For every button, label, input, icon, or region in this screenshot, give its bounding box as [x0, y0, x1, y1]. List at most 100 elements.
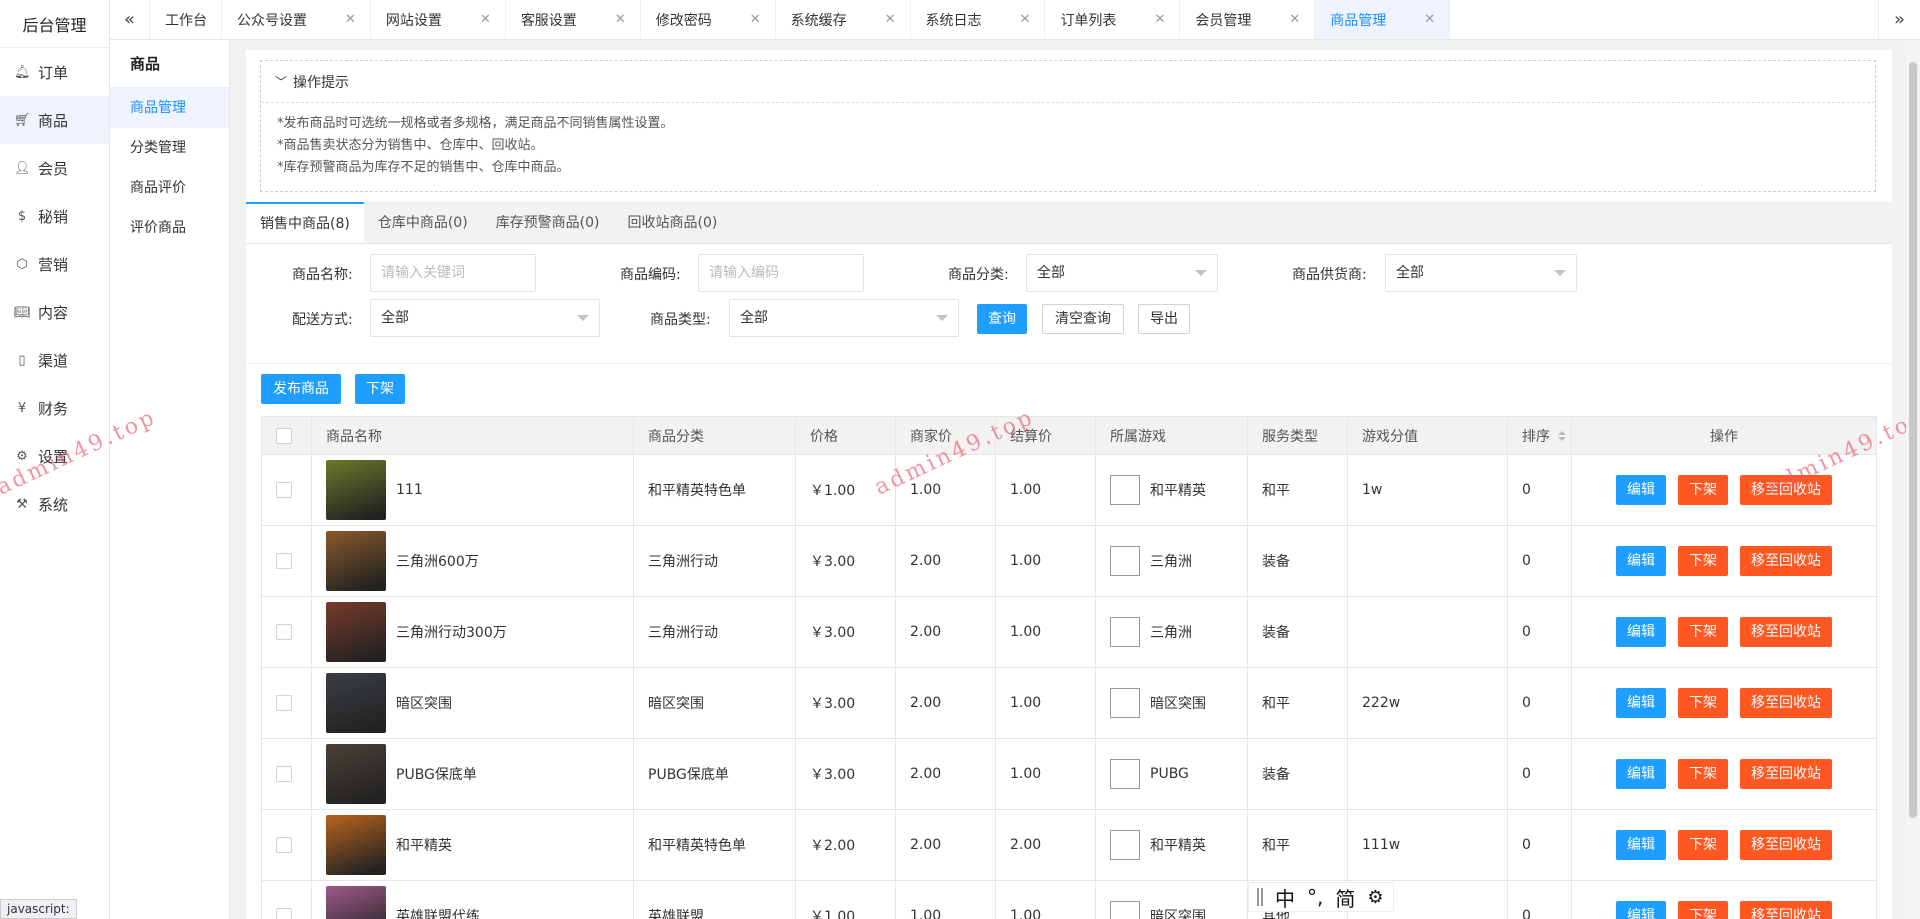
- nav-item-dollar[interactable]: $ 秘销: [0, 192, 109, 240]
- nav-item-label: 营销: [38, 255, 69, 274]
- top-tab[interactable]: 客服设置 ✕: [506, 0, 641, 39]
- nav-item-tools[interactable]: ⚒ 系统: [0, 480, 109, 528]
- edit-button[interactable]: 编辑: [1616, 830, 1666, 860]
- ime-lang[interactable]: 中: [1275, 883, 1295, 912]
- top-tab[interactable]: 订单列表 ✕: [1045, 0, 1181, 39]
- close-icon[interactable]: ✕: [480, 12, 491, 27]
- ime-punct[interactable]: °,: [1307, 885, 1323, 909]
- status-tab[interactable]: 回收站商品(0): [614, 202, 732, 243]
- offshelf-button[interactable]: 下架: [1678, 759, 1728, 789]
- close-icon[interactable]: ✕: [1020, 12, 1031, 27]
- cell-service-value: 和平: [1262, 838, 1290, 854]
- top-tab[interactable]: 会员管理 ✕: [1180, 0, 1316, 39]
- nav-item-cart[interactable]: 🛒︎ 商品: [0, 96, 109, 144]
- sub-nav-item[interactable]: 分类管理: [110, 128, 229, 168]
- offshelf-button[interactable]: 下架: [1678, 688, 1728, 718]
- tabs-scroll-left-icon[interactable]: «: [110, 0, 150, 39]
- move-to-recycle-button[interactable]: 移至回收站: [1740, 617, 1832, 647]
- clear-query-button[interactable]: 清空查询: [1042, 304, 1124, 334]
- top-tab[interactable]: 修改密码 ✕: [641, 0, 776, 39]
- publish-product-button[interactable]: 发布商品: [261, 374, 341, 404]
- name-search-input[interactable]: [370, 254, 536, 292]
- sub-nav-item[interactable]: 商品评价: [110, 168, 229, 208]
- export-button[interactable]: 导出: [1138, 304, 1190, 334]
- category-select[interactable]: 全部: [1026, 254, 1218, 292]
- top-tab[interactable]: 网站设置 ✕: [371, 0, 506, 39]
- offshelf-button[interactable]: 下架: [1678, 830, 1728, 860]
- row-checkbox[interactable]: [276, 624, 292, 640]
- nav-item-cube[interactable]: ⬡ 营销: [0, 240, 109, 288]
- move-to-recycle-button[interactable]: 移至回收站: [1740, 830, 1832, 860]
- sub-nav-item[interactable]: 评价商品: [110, 208, 229, 248]
- tabs-scroll-right-icon[interactable]: »: [1878, 0, 1920, 39]
- close-icon[interactable]: ✕: [615, 12, 626, 27]
- offshelf-button[interactable]: 下架: [1678, 475, 1728, 505]
- close-icon[interactable]: ✕: [1424, 12, 1435, 27]
- edit-button[interactable]: 编辑: [1616, 901, 1666, 919]
- sort-icon[interactable]: [1558, 430, 1566, 441]
- row-checkbox[interactable]: [276, 837, 292, 853]
- operation-tips: ﹀ 操作提示 *发布商品时可选统一规格或者多规格，满足商品不同销售属性设置。 *商…: [260, 60, 1876, 192]
- edit-button[interactable]: 编辑: [1616, 475, 1666, 505]
- close-icon[interactable]: ✕: [345, 12, 356, 27]
- cell-category-value: 和平精英特色单: [648, 838, 746, 854]
- top-tab[interactable]: 系统日志 ✕: [911, 0, 1046, 39]
- sub-nav-item[interactable]: 商品管理: [110, 88, 229, 128]
- query-button[interactable]: 查询: [977, 304, 1027, 334]
- move-to-recycle-button[interactable]: 移至回收站: [1740, 759, 1832, 789]
- row-checkbox[interactable]: [276, 553, 292, 569]
- gear-icon[interactable]: ⚙: [1367, 887, 1383, 908]
- top-tab[interactable]: 商品管理 ✕: [1315, 0, 1451, 39]
- close-icon[interactable]: ✕: [1154, 12, 1165, 27]
- row-checkbox[interactable]: [276, 695, 292, 711]
- close-icon[interactable]: ✕: [1289, 12, 1300, 27]
- table-row: 111 和平精英特色单 ￥1.00 1.00 1.00 和平精英 和平 1w 0 编辑 下架 移至回收…: [262, 455, 1876, 526]
- row-checkbox[interactable]: [276, 482, 292, 498]
- nav-item-book[interactable]: 📖︎ 内容: [0, 288, 109, 336]
- drag-handle-icon[interactable]: [1257, 888, 1263, 906]
- nav-item-yen[interactable]: ¥ 财务: [0, 384, 109, 432]
- edit-button[interactable]: 编辑: [1616, 759, 1666, 789]
- column-header: 商品分类: [634, 417, 796, 454]
- top-tab[interactable]: 工作台✕: [150, 0, 222, 39]
- row-checkbox[interactable]: [276, 766, 292, 782]
- nav-item-gear[interactable]: ⚙ 设置: [0, 432, 109, 480]
- supplier-select[interactable]: 全部: [1385, 254, 1577, 292]
- nav-item-bell[interactable]: 🔔︎ 订单: [0, 48, 109, 96]
- close-icon[interactable]: ✕: [885, 12, 896, 27]
- move-to-recycle-button[interactable]: 移至回收站: [1740, 901, 1832, 919]
- move-to-recycle-button[interactable]: 移至回收站: [1740, 688, 1832, 718]
- cell-price-value: ￥3.00: [810, 767, 856, 783]
- code-search-input[interactable]: [698, 254, 864, 292]
- edit-button[interactable]: 编辑: [1616, 617, 1666, 647]
- cell-category-value: PUBG保底单: [648, 767, 729, 783]
- tips-header[interactable]: ﹀ 操作提示: [261, 61, 1875, 103]
- close-icon[interactable]: ✕: [750, 12, 761, 27]
- status-tab[interactable]: 仓库中商品(0): [364, 202, 482, 243]
- status-tab[interactable]: 销售中商品(8): [246, 202, 364, 243]
- nav-item-phone[interactable]: ▯ 渠道: [0, 336, 109, 384]
- offshelf-button[interactable]: 下架: [1678, 617, 1728, 647]
- batch-offshelf-button[interactable]: 下架: [355, 374, 405, 404]
- delivery-select[interactable]: 全部: [370, 299, 600, 337]
- nav-item-user[interactable]: 👤︎ 会员: [0, 144, 109, 192]
- top-tab[interactable]: 系统缓存 ✕: [776, 0, 911, 39]
- cart-icon: 🛒︎: [14, 112, 31, 128]
- vertical-scrollbar[interactable]: [1906, 40, 1920, 919]
- ime-script[interactable]: 简: [1335, 883, 1355, 912]
- select-all-checkbox[interactable]: [276, 427, 292, 444]
- move-to-recycle-button[interactable]: 移至回收站: [1740, 546, 1832, 576]
- row-select-cell: [262, 739, 312, 809]
- top-tab[interactable]: 公众号设置 ✕: [222, 0, 371, 39]
- edit-button[interactable]: 编辑: [1616, 688, 1666, 718]
- offshelf-button[interactable]: 下架: [1678, 901, 1728, 919]
- app-logo-title[interactable]: 后台管理: [0, 0, 109, 48]
- edit-button[interactable]: 编辑: [1616, 546, 1666, 576]
- scrollbar-thumb[interactable]: [1909, 62, 1917, 818]
- move-to-recycle-button[interactable]: 移至回收站: [1740, 475, 1832, 505]
- offshelf-button[interactable]: 下架: [1678, 546, 1728, 576]
- status-tab[interactable]: 库存预警商品(0): [482, 202, 614, 243]
- row-checkbox[interactable]: [276, 908, 292, 919]
- cell-game: PUBG: [1096, 739, 1248, 809]
- type-select[interactable]: 全部: [729, 299, 959, 337]
